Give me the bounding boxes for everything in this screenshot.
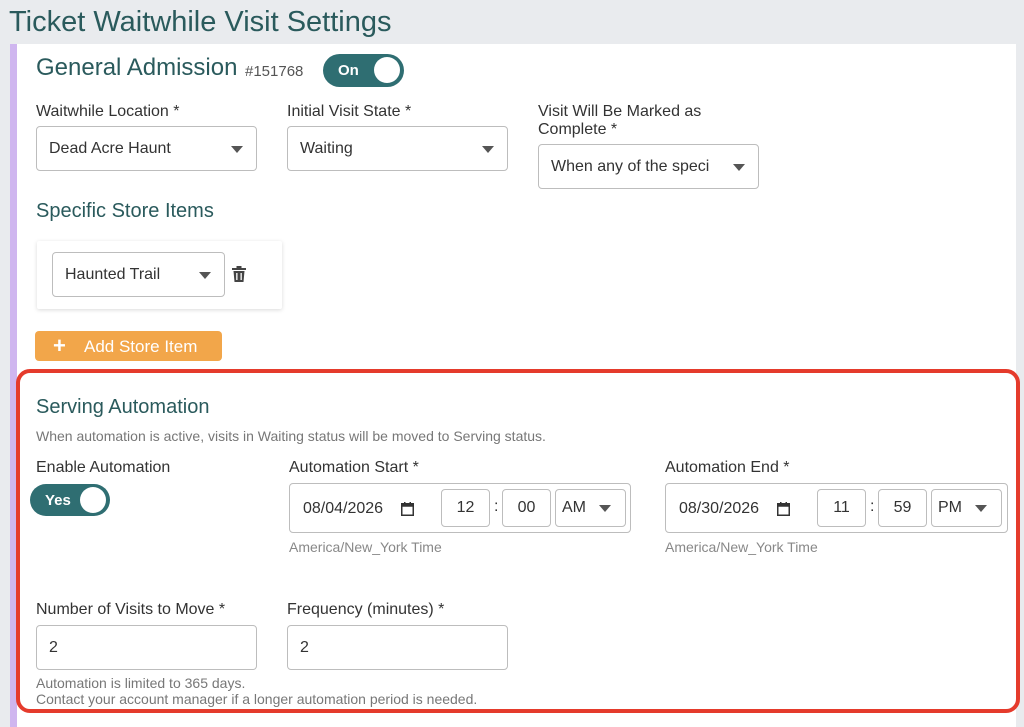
ticket-id: #151768 [245, 63, 304, 80]
plus-icon: + [53, 333, 66, 358]
chevron-down-icon [599, 505, 611, 512]
start-date-input[interactable]: 08/04/2026 [303, 500, 383, 518]
location-value: Dead Acre Haunt [49, 140, 171, 157]
automation-start-field: 08/04/2026 12 : 00 AM [289, 483, 631, 533]
chevron-down-icon [199, 272, 211, 279]
initial-state-value: Waiting [300, 140, 353, 157]
start-ampm-value: AM [562, 499, 586, 516]
automation-end-label: Automation End * [665, 459, 790, 476]
calendar-icon[interactable] [401, 502, 414, 521]
enable-automation-toggle[interactable]: Yes [30, 484, 110, 516]
store-item-value: Haunted Trail [65, 266, 161, 283]
automation-contact-note: Contact your account manager if a longer… [36, 691, 478, 707]
toggle-knob [374, 57, 400, 83]
automation-limit-note: Automation is limited to 365 days. [36, 675, 246, 691]
initial-state-select[interactable]: Waiting [287, 126, 508, 171]
automation-start-label: Automation Start * [289, 459, 419, 476]
time-separator: : [494, 498, 499, 515]
start-minute-input[interactable]: 00 [502, 489, 551, 527]
end-minute-input[interactable]: 59 [878, 489, 927, 527]
end-date-input[interactable]: 08/30/2026 [679, 500, 759, 518]
visits-to-move-input[interactable]: 2 [36, 625, 257, 670]
calendar-icon[interactable] [777, 502, 790, 521]
toggle-label: On [338, 62, 359, 79]
toggle-knob [80, 487, 106, 513]
chevron-down-icon [975, 505, 987, 512]
end-timezone: America/New_York Time [665, 539, 818, 555]
complete-label: Visit Will Be Marked as Complete * [538, 103, 702, 138]
location-select[interactable]: Dead Acre Haunt [36, 126, 257, 171]
chevron-down-icon [733, 164, 745, 171]
add-store-item-button[interactable]: + Add Store Item [35, 331, 222, 361]
chevron-down-icon [231, 146, 243, 153]
start-hour-input[interactable]: 12 [441, 489, 490, 527]
store-items-title: Specific Store Items [36, 200, 214, 222]
automation-description: When automation is active, visits in Wai… [36, 428, 546, 444]
add-store-item-label: Add Store Item [84, 337, 198, 356]
chevron-down-icon [482, 146, 494, 153]
visits-to-move-label: Number of Visits to Move * [36, 601, 226, 618]
frequency-label: Frequency (minutes) * [287, 601, 445, 618]
page-title: Ticket Waitwhile Visit Settings [9, 6, 392, 38]
automation-title: Serving Automation [36, 396, 210, 418]
store-item-select[interactable]: Haunted Trail [52, 252, 225, 297]
ticket-title: General Admission [36, 54, 238, 81]
initial-state-label: Initial Visit State * [287, 103, 412, 120]
location-label: Waitwhile Location * [36, 103, 180, 120]
time-separator: : [870, 498, 875, 515]
trash-icon[interactable] [232, 266, 246, 287]
toggle-label: Yes [45, 492, 71, 509]
complete-select[interactable]: When any of the speci [538, 144, 759, 189]
start-timezone: America/New_York Time [289, 539, 442, 555]
start-ampm-select[interactable]: AM [555, 489, 626, 527]
visit-settings-card: General Admission #151768 On Waitwhile L… [10, 44, 1020, 727]
complete-value: When any of the speci [551, 158, 710, 175]
enable-automation-label: Enable Automation [36, 459, 171, 476]
end-ampm-select[interactable]: PM [931, 489, 1002, 527]
automation-end-field: 08/30/2026 11 : 59 PM [665, 483, 1008, 533]
ticket-enabled-toggle[interactable]: On [323, 54, 404, 87]
end-hour-input[interactable]: 11 [817, 489, 866, 527]
end-ampm-value: PM [938, 499, 962, 516]
frequency-input[interactable]: 2 [287, 625, 508, 670]
